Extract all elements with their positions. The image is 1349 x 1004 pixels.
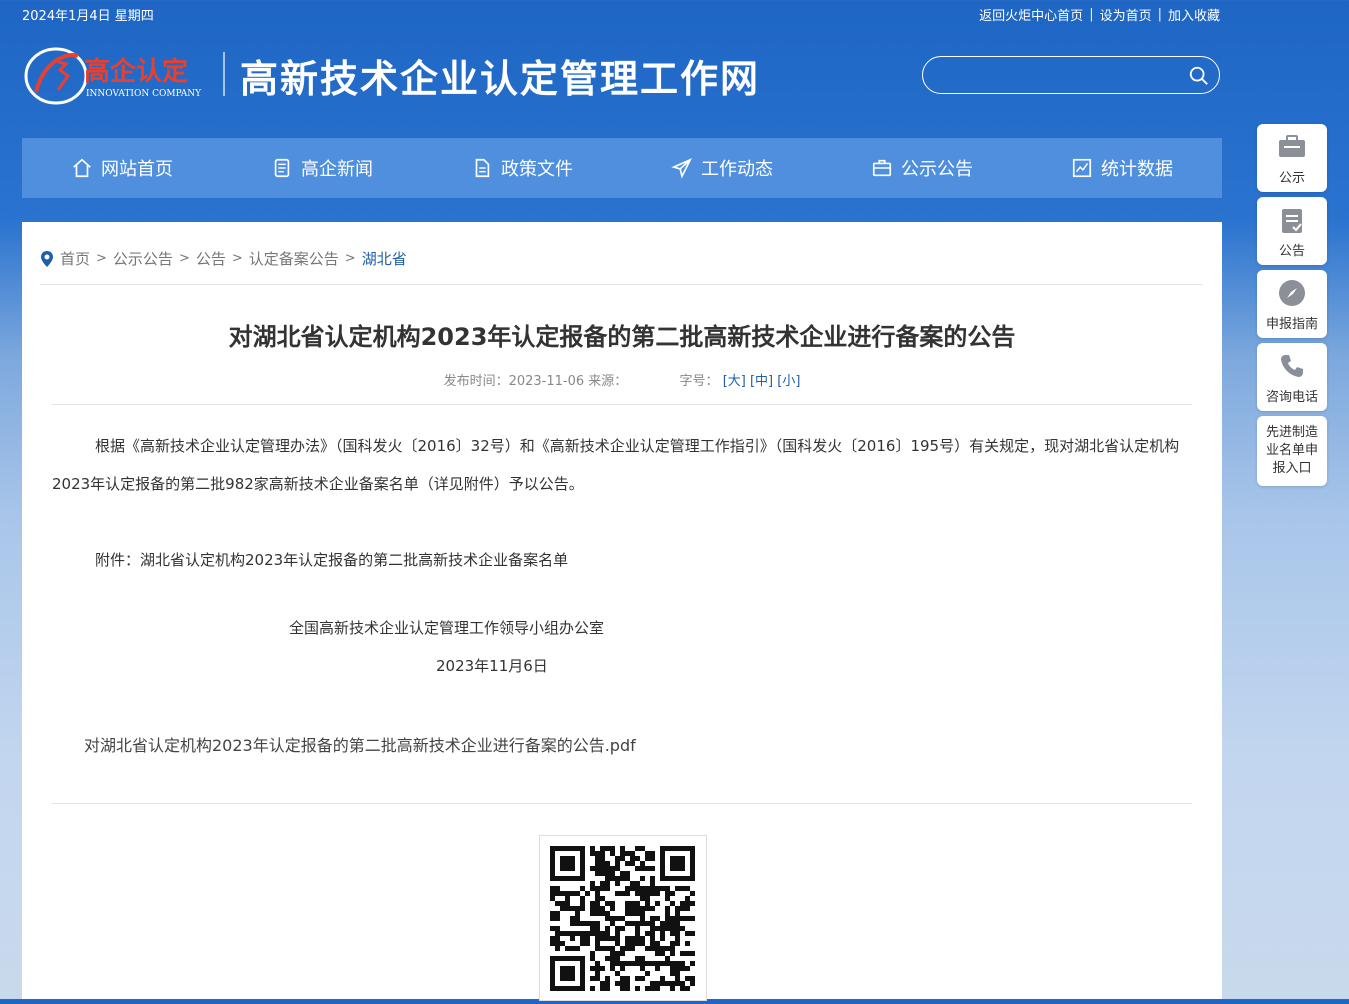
side-item-notice[interactable]: 公告 (1257, 197, 1327, 265)
nav-label: 统计数据 (1101, 159, 1173, 180)
home-icon (73, 158, 91, 178)
add-favorite-link[interactable]: 加入收藏 (1168, 5, 1220, 24)
svg-text:INNOVATION COMPANY: INNOVATION COMPANY (86, 89, 202, 99)
signature: 全国高新技术企业认定管理工作领导小组办公室 (289, 619, 605, 637)
top-bar: 2024年1月4日 星期四 返回火炬中心首页 | 设为首页 | 加入收藏 (0, 0, 1349, 26)
article-paragraph: 根据《高新技术企业认定管理办法》（国科发火〔2016〕32号）和《高新技术企业认… (52, 437, 1180, 493)
news-icon (274, 158, 290, 178)
site-logo[interactable]: 高企认定 INNOVATION COMPANY (22, 42, 212, 106)
article-meta: 发布时间：2023-11-06 来源： 字号： [大] [中] [小] (22, 370, 1222, 389)
side-item-publicity[interactable]: 公示 (1257, 124, 1327, 192)
breadcrumb-separator: > (231, 251, 243, 266)
breadcrumb-separator: > (344, 251, 356, 266)
divider (52, 404, 1192, 405)
signature-date: 2023年11月6日 (436, 657, 548, 675)
side-item-advanced-manufacturing[interactable]: 先进制造业名单申报入口 (1257, 416, 1327, 486)
breadcrumb-current[interactable]: 湖北省 (362, 248, 407, 269)
document-icon (475, 158, 490, 178)
nav-work-updates[interactable]: 工作动态 (622, 138, 822, 198)
separator: | (1157, 7, 1162, 22)
briefcase-icon (872, 159, 892, 177)
side-label: 公示 (1278, 170, 1305, 186)
font-size-large[interactable]: [大] (723, 374, 746, 389)
qr-code-icon (550, 846, 695, 991)
article-body: 根据《高新技术企业认定管理办法》（国科发火〔2016〕32号）和《高新技术企业认… (52, 427, 1192, 579)
content-panel: 首页 > 公示公告 > 公告 > 认定备案公告 > 湖北省 对湖北省认定机构20… (22, 222, 1222, 1001)
search-icon[interactable] (1188, 65, 1210, 87)
nav-label: 网站首页 (101, 159, 173, 180)
divider (40, 284, 1202, 285)
breadcrumb-announcements[interactable]: 公示公告 (113, 248, 173, 269)
font-size-medium[interactable]: [中] (750, 374, 773, 389)
article-title: 对湖北省认定机构2023年认定报备的第二批高新技术企业进行备案的公告 (228, 323, 1016, 351)
side-label: 申报指南 (1265, 316, 1318, 332)
breadcrumb-home[interactable]: 首页 (60, 248, 90, 269)
nav-label: 工作动态 (701, 159, 773, 180)
breadcrumb-separator: > (96, 251, 107, 266)
logo-divider (223, 52, 225, 96)
font-size-label: 字号： (679, 374, 719, 389)
notice-board-icon (1279, 134, 1305, 157)
svg-text:高企认定: 高企认定 (84, 56, 188, 87)
side-label: 公告 (1278, 243, 1305, 259)
breadcrumb-notice[interactable]: 公告 (196, 248, 226, 269)
site-header: 高企认定 INNOVATION COMPANY 高新技术企业认定管理工作网 (22, 40, 1222, 110)
clipboard-icon (1282, 208, 1302, 233)
side-item-guide[interactable]: 申报指南 (1257, 270, 1327, 338)
nav-label: 政策文件 (501, 159, 573, 180)
nav-home[interactable]: 网站首页 (22, 138, 222, 198)
main-nav: 网站首页 高企新闻 政策文件 工作动态 公示公告 统计数据 (22, 138, 1222, 198)
separator: | (1089, 7, 1094, 22)
current-date: 2024年1月4日 星期四 (22, 9, 154, 24)
side-menu: 公示 公告 申报指南 咨询电话 先进制造业名单申报入口 (1257, 124, 1327, 491)
compass-icon (1279, 279, 1305, 306)
font-size-small[interactable]: [小] (777, 374, 800, 389)
nav-news[interactable]: 高企新闻 (222, 138, 422, 198)
top-links: 返回火炬中心首页 | 设为首页 | 加入收藏 (979, 5, 1220, 24)
breadcrumb: 首页 > 公示公告 > 公告 > 认定备案公告 > 湖北省 (40, 248, 407, 269)
nav-policy[interactable]: 政策文件 (422, 138, 622, 198)
attachment-link[interactable]: 对湖北省认定机构2023年认定报备的第二批高新技术企业进行备案的公告.pdf (84, 732, 636, 756)
side-item-phone[interactable]: 咨询电话 (1257, 343, 1327, 411)
search-input[interactable] (937, 63, 1191, 89)
logo-emblem-icon: 高企认定 INNOVATION COMPANY (24, 47, 202, 105)
side-label: 咨询电话 (1265, 389, 1318, 405)
breadcrumb-filing-notice[interactable]: 认定备案公告 (249, 248, 339, 269)
location-pin-icon (41, 250, 53, 267)
nav-label: 公示公告 (901, 159, 973, 180)
search-box (922, 56, 1220, 94)
phone-icon (1281, 354, 1303, 377)
paper-plane-icon (671, 158, 693, 179)
breadcrumb-separator: > (178, 251, 190, 266)
qr-code (539, 835, 707, 1001)
return-home-link[interactable]: 返回火炬中心首页 (979, 5, 1083, 24)
attachment-note: 附件：湖北省认定机构2023年认定报备的第二批高新技术企业备案名单 (95, 551, 569, 569)
nav-label: 高企新闻 (301, 159, 373, 180)
nav-statistics[interactable]: 统计数据 (1022, 138, 1222, 198)
publish-info: 发布时间：2023-11-06 来源： (443, 374, 628, 389)
site-title: 高新技术企业认定管理工作网 (240, 56, 761, 101)
nav-announcements[interactable]: 公示公告 (822, 138, 1022, 198)
set-homepage-link[interactable]: 设为首页 (1100, 5, 1152, 24)
divider (52, 803, 1192, 804)
chart-icon (1072, 158, 1092, 178)
